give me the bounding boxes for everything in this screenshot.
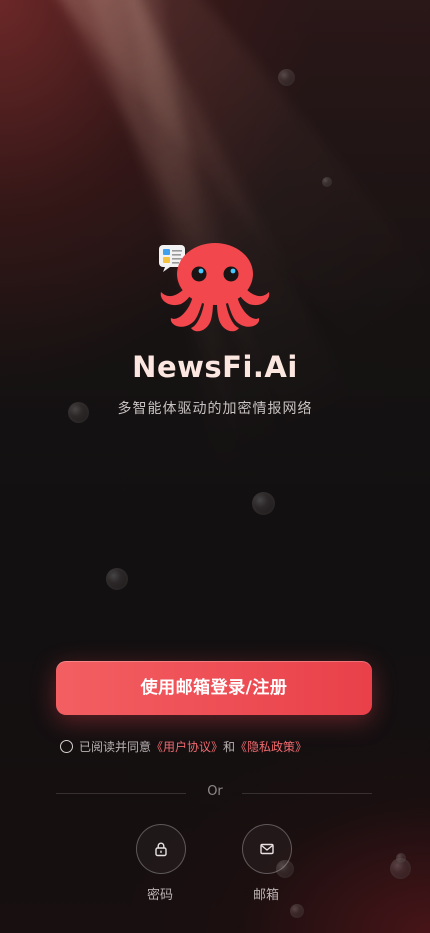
app-name: NewsFi.Ai [132,350,298,384]
email-login-button[interactable]: 使用邮箱登录/注册 [56,661,372,715]
login-screen: NewsFi.Ai 多智能体驱动的加密情报网络 使用邮箱登录/注册 已阅读并同意… [0,0,430,933]
agreement-row: 已阅读并同意 《用户协议》 和 《隐私政策》 [60,737,307,755]
password-login-button[interactable] [136,824,186,874]
agree-checkbox[interactable] [60,739,73,753]
bubble-decoration [106,568,128,590]
privacy-policy-link[interactable]: 《隐私政策》 [235,738,307,755]
bubble-decoration [278,69,295,86]
user-agreement-link[interactable]: 《用户协议》 [151,738,223,755]
bubble-decoration [252,492,275,515]
email-option-label: 邮箱 [252,888,279,903]
octopus-logo [155,240,275,340]
email-option-button[interactable] [242,824,292,874]
password-login-label: 密码 [146,888,173,903]
agree-prefix: 已阅读并同意 [79,739,152,754]
app-tagline: 多智能体驱动的加密情报网络 [117,401,313,417]
or-divider: Or [207,784,223,799]
bubble-decoration [290,904,304,918]
bubble-decoration [322,177,332,187]
bubble-decoration [396,853,406,863]
divider-right [242,793,372,794]
mail-icon [260,843,274,855]
agree-and: 和 [223,739,236,754]
lock-icon [155,842,167,857]
